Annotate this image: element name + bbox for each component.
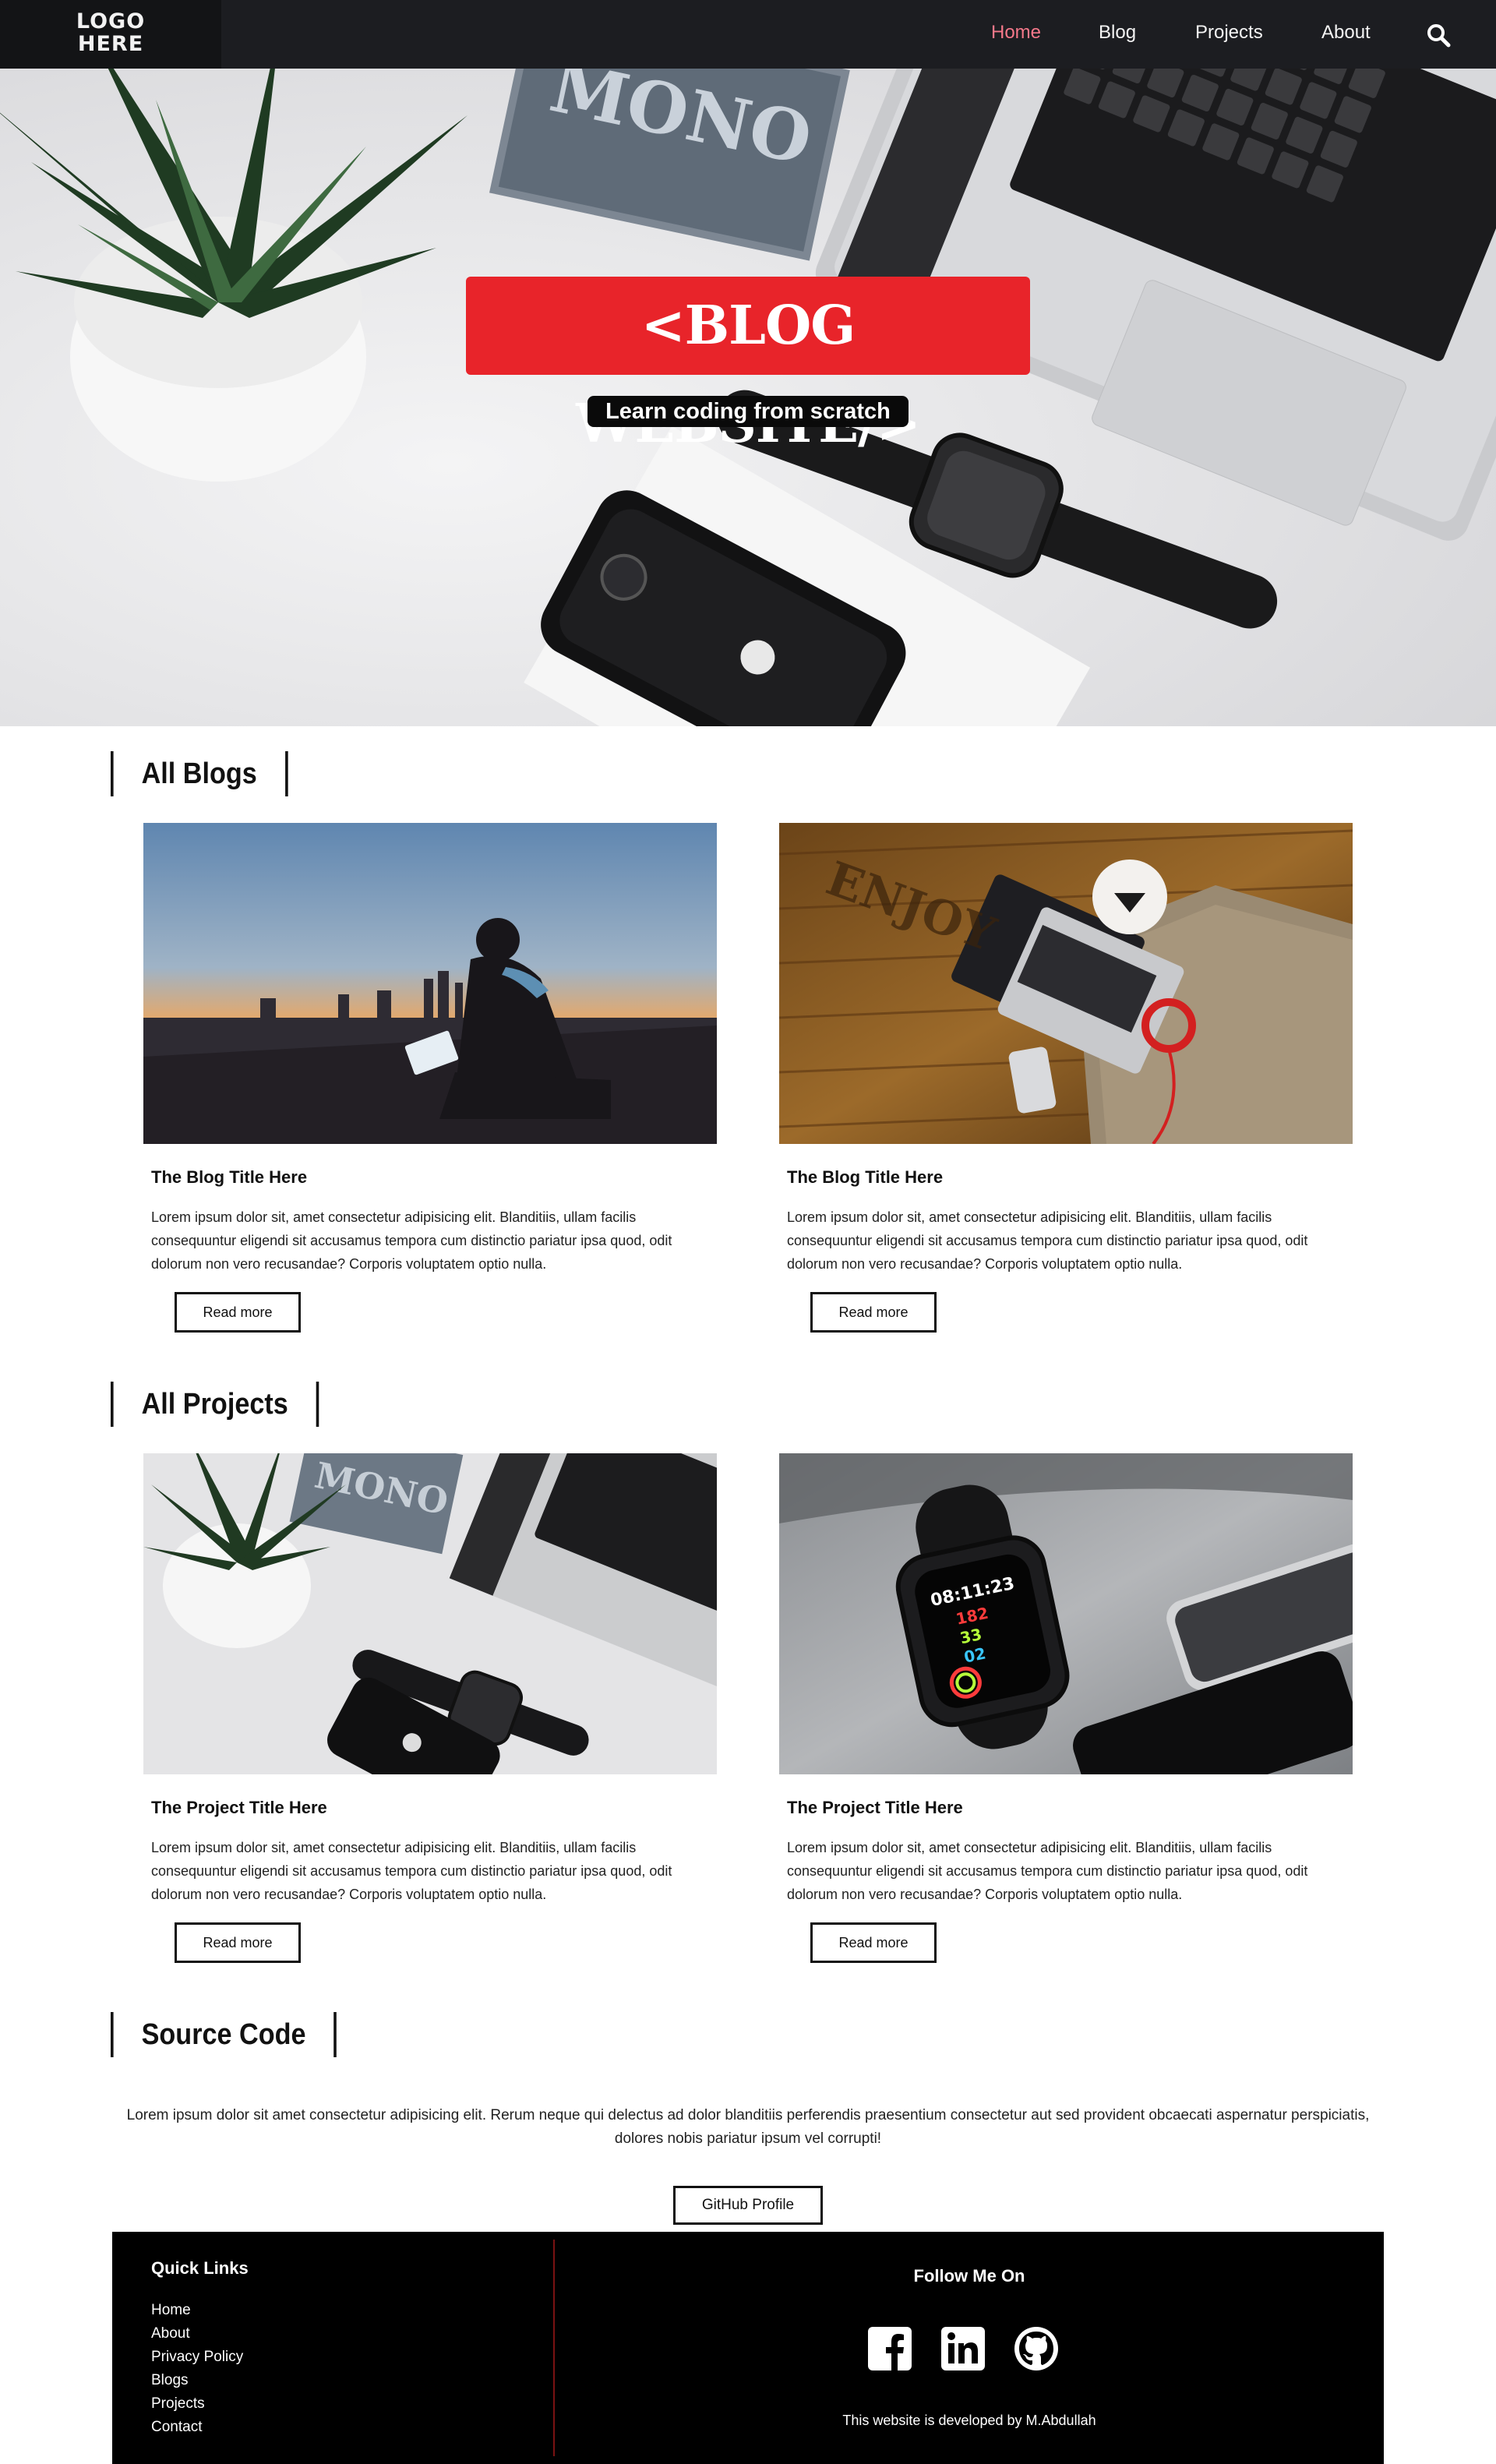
blog-card-1-read-more-button[interactable]: Read more (175, 1292, 301, 1333)
developed-by-text: This website is developed by M.Abdullah (842, 2413, 1096, 2428)
footer-link-projects[interactable]: Projects (151, 2392, 243, 2416)
hero-banner: MONO <BLOG Learn coding from scratch (0, 69, 1496, 726)
project-card-2-image[interactable]: 08:11:23 182 33 02 (779, 1453, 1353, 1774)
nav-link-home[interactable]: Home (991, 22, 1041, 44)
project-card-1-text: Lorem ipsum dolor sit, amet consectetur … (151, 1840, 672, 1902)
section-heading-projects: All Projects (111, 1382, 319, 1427)
section-heading-blogs: All Blogs (111, 751, 288, 796)
github-profile-button[interactable]: GitHub Profile (673, 2186, 823, 2225)
logo-line-1: LOGO (76, 9, 146, 34)
footer-link-blogs[interactable]: Blogs (151, 2369, 243, 2392)
nav-link-about[interactable]: About (1321, 22, 1371, 44)
project-card-2-title[interactable]: The Project Title Here (787, 1798, 963, 1818)
blog-card-1-text: Lorem ipsum dolor sit, amet consectetur … (151, 1209, 672, 1272)
facebook-icon[interactable] (866, 2325, 913, 2372)
search-icon[interactable] (1426, 23, 1451, 48)
blog-card-2-read-more-button[interactable]: Read more (810, 1292, 937, 1333)
logo-line-2: HERE (77, 32, 144, 56)
footer-link-about[interactable]: About (151, 2322, 243, 2346)
footer: Quick Links Home About Privacy Policy Bl… (112, 2232, 1384, 2464)
hero-subtitle: Learn coding from scratch (587, 396, 909, 427)
section-heading-source-code: Source Code (111, 2012, 337, 2057)
source-code-description: Lorem ipsum dolor sit amet consectetur a… (126, 2107, 1370, 2147)
quick-links-list: Home About Privacy Policy Blogs Projects… (151, 2299, 243, 2439)
quick-links-title: Quick Links (151, 2258, 249, 2278)
blog-card-2-image[interactable]: ENJOY (779, 823, 1353, 1144)
footer-link-home[interactable]: Home (151, 2299, 243, 2322)
nav-link-projects[interactable]: Projects (1195, 22, 1263, 44)
footer-link-privacy-policy[interactable]: Privacy Policy (151, 2346, 243, 2369)
project-card-1-read-more-button[interactable]: Read more (175, 1922, 301, 1963)
footer-link-contact[interactable]: Contact (151, 2416, 243, 2439)
top-navbar: LOGO HERE Home Blog Projects About (0, 0, 1496, 69)
blog-card-2-text: Lorem ipsum dolor sit, amet consectetur … (787, 1209, 1308, 1272)
project-card-1-image[interactable]: MONO (143, 1453, 717, 1774)
blog-card-1-title[interactable]: The Blog Title Here (151, 1167, 307, 1188)
project-card-2-text: Lorem ipsum dolor sit, amet consectetur … (787, 1840, 1308, 1902)
logo[interactable]: LOGO HERE (0, 0, 221, 69)
follow-me-title: Follow Me On (913, 2266, 1025, 2286)
project-card-2-read-more-button[interactable]: Read more (810, 1922, 937, 1963)
project-card-1-title[interactable]: The Project Title Here (151, 1798, 327, 1818)
linkedin-icon[interactable] (940, 2325, 986, 2372)
logo-text: LOGO HERE (75, 10, 146, 55)
github-icon[interactable] (1013, 2325, 1060, 2372)
blog-card-1-image[interactable] (143, 823, 717, 1144)
blog-card-2-title[interactable]: The Blog Title Here (787, 1167, 943, 1188)
nav-link-blog[interactable]: Blog (1099, 22, 1136, 44)
hero-title: <BLOG WEBSITE/> (466, 277, 1030, 455)
